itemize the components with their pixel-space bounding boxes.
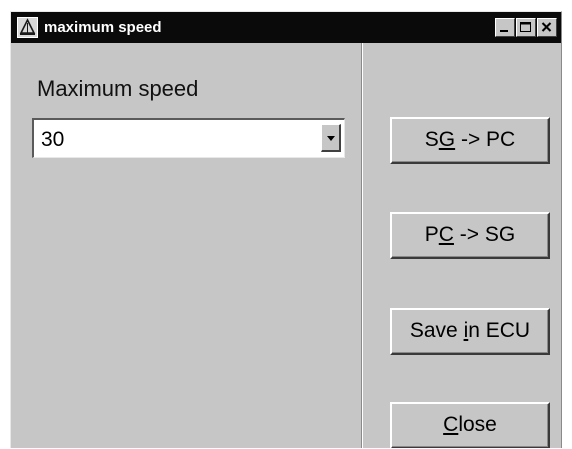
pc-to-sg-button[interactable]: PC -> SG: [390, 212, 550, 259]
minimize-button[interactable]: [495, 18, 515, 37]
maximize-button[interactable]: [516, 18, 536, 37]
max-speed-select[interactable]: 30: [32, 118, 345, 158]
max-speed-value: 30: [41, 128, 65, 151]
window-title: maximum speed: [44, 19, 162, 36]
dialog-window: maximum speed Maximum speed 30 SG -> PC …: [10, 11, 562, 448]
button-accelerator: G: [438, 128, 456, 151]
chevron-down-icon: [327, 136, 335, 141]
close-button[interactable]: [537, 18, 557, 37]
close-dialog-button[interactable]: Close: [390, 402, 550, 448]
sg-to-pc-button[interactable]: SG -> PC: [390, 117, 550, 164]
minimize-icon: [500, 30, 508, 32]
title-bar[interactable]: maximum speed: [11, 12, 561, 43]
button-text-pre: P: [424, 223, 439, 246]
button-accelerator: C: [438, 223, 454, 246]
window-controls: [494, 18, 557, 37]
maximize-icon: [520, 22, 531, 32]
save-in-ecu-button[interactable]: Save in ECU: [390, 308, 550, 355]
close-icon: [541, 22, 552, 32]
app-logo-icon[interactable]: [17, 17, 38, 38]
button-text-pre: Save: [409, 319, 464, 342]
panel-divider: [361, 43, 363, 448]
button-text-post: lose: [458, 413, 497, 436]
button-accelerator: C: [443, 413, 459, 436]
button-text-post: -> PC: [455, 128, 516, 151]
max-speed-label: Maximum speed: [37, 76, 199, 101]
dropdown-arrow-button[interactable]: [321, 124, 341, 152]
button-text-post: -> SG: [453, 223, 516, 246]
button-text-pre: S: [424, 128, 439, 151]
button-text-post: n ECU: [468, 319, 531, 342]
